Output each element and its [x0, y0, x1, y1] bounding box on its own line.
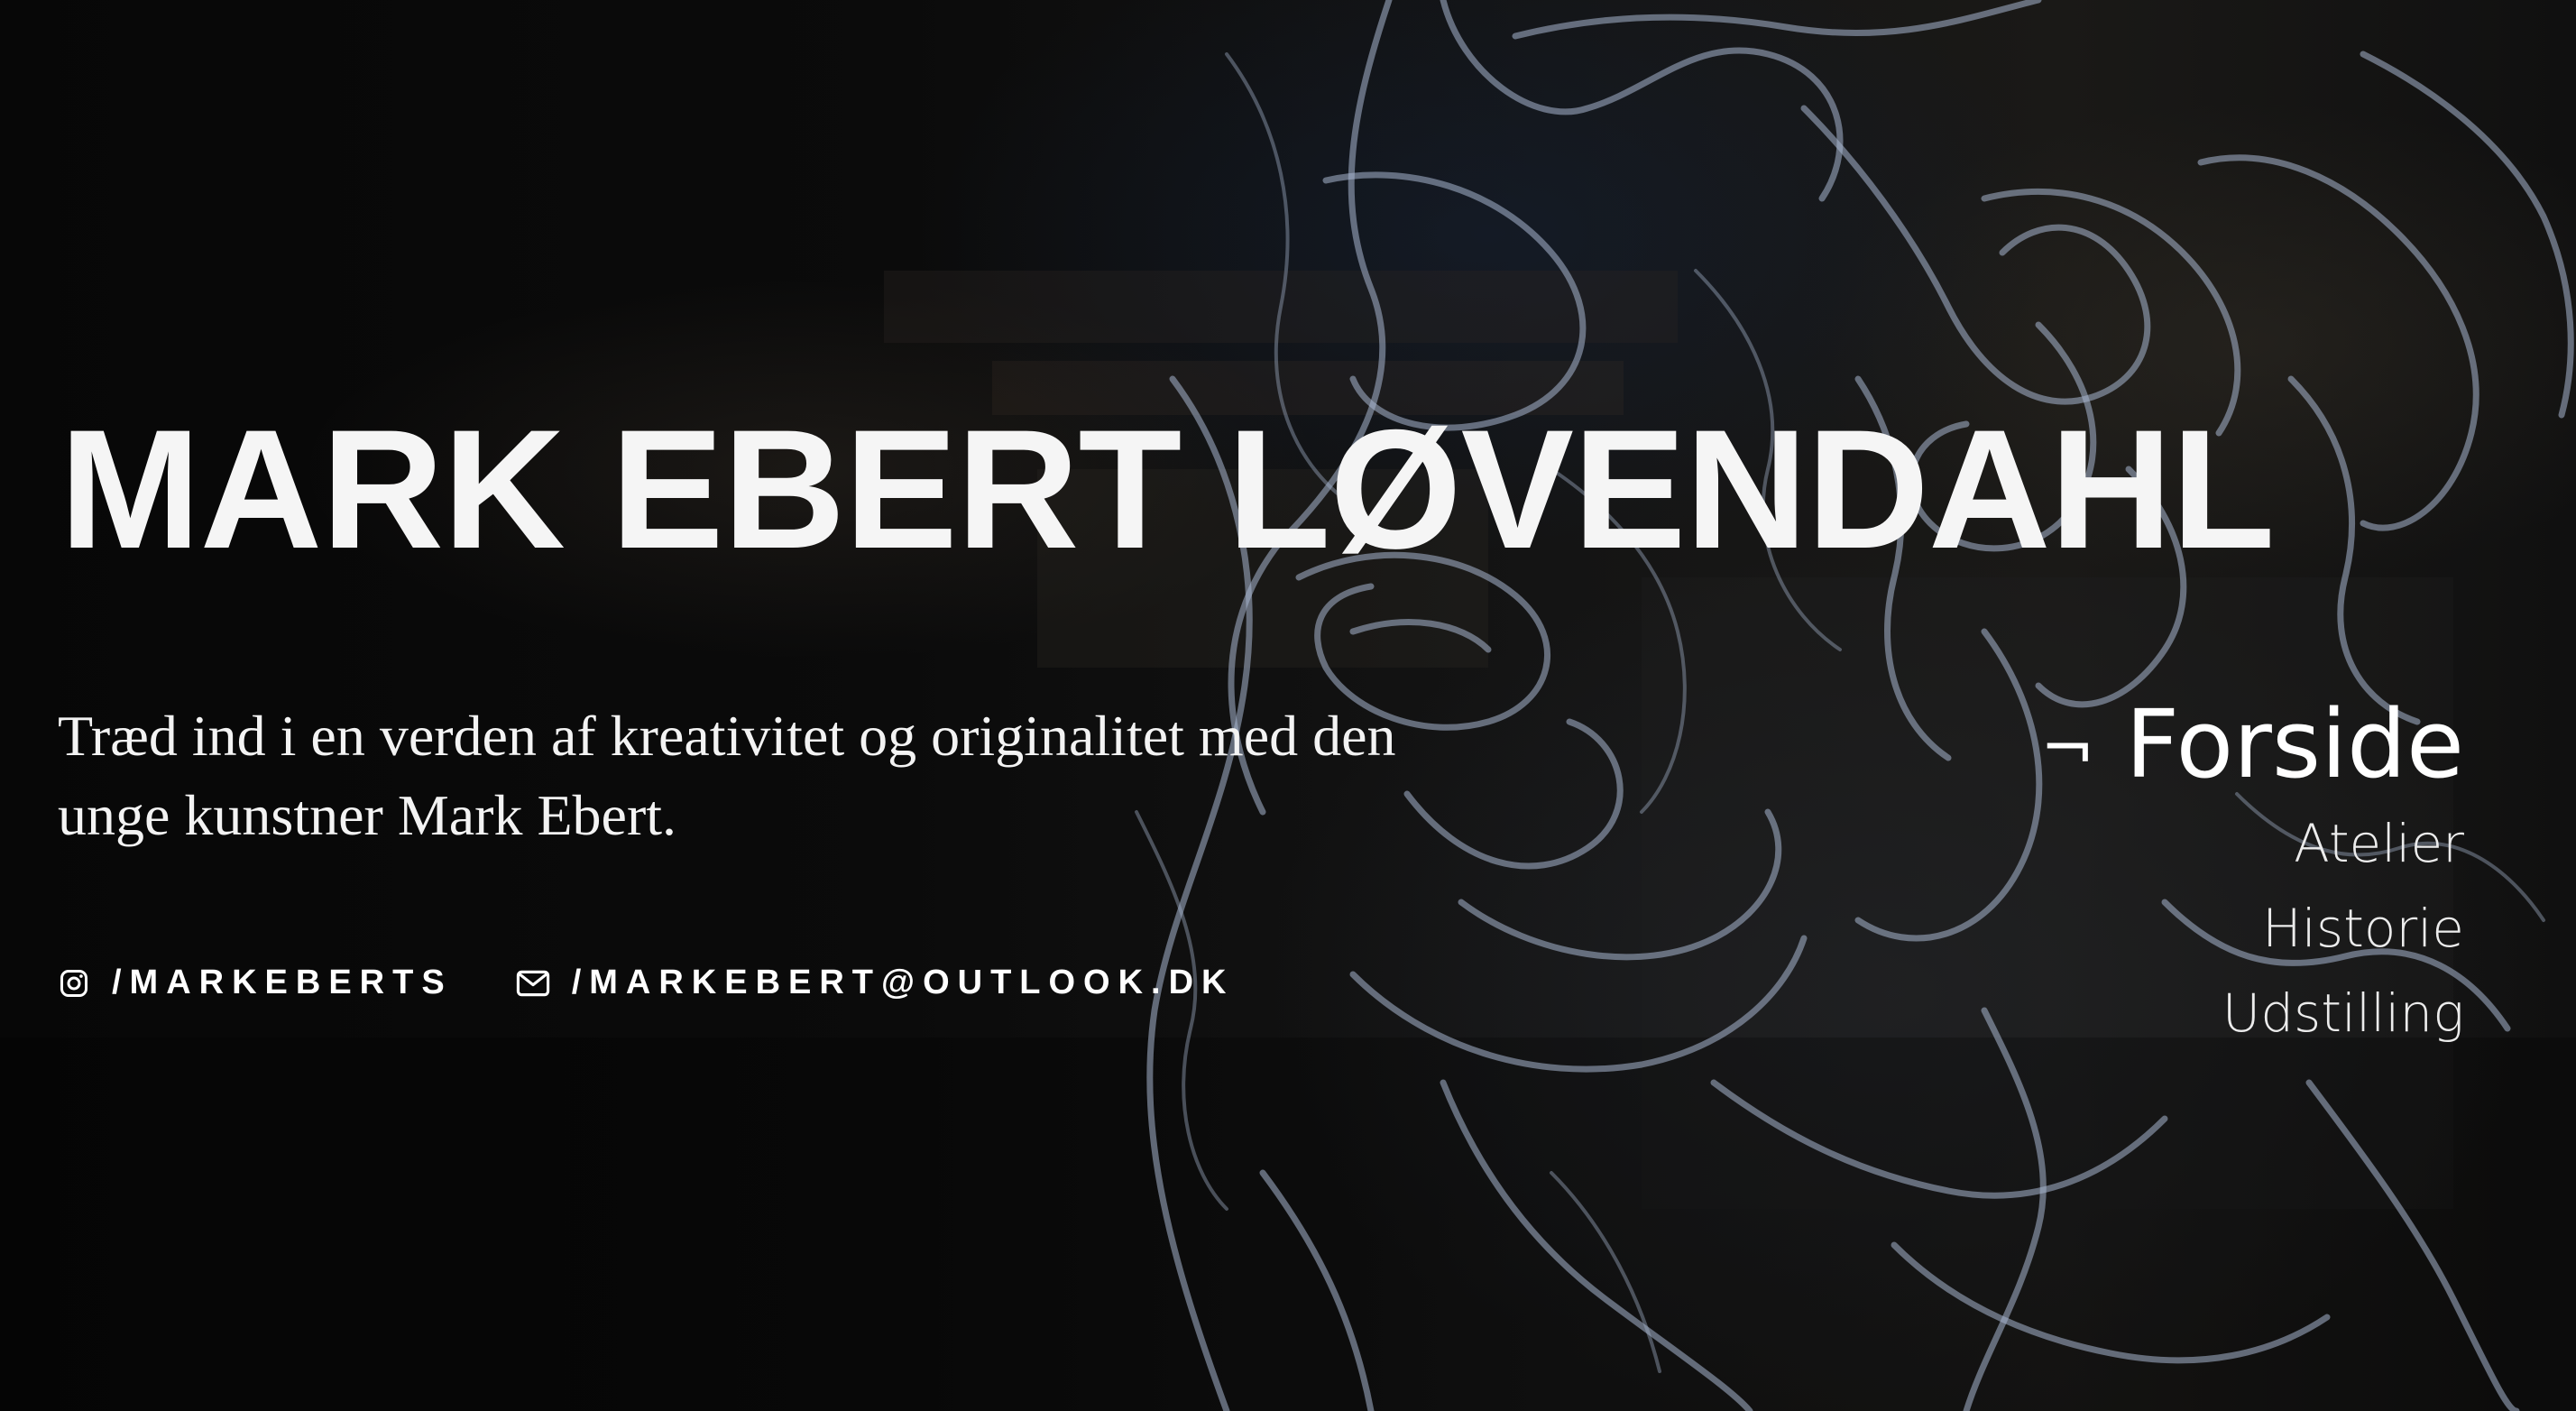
- instagram-handle: /MARKEBERTS: [112, 964, 453, 1001]
- instagram-link[interactable]: /MARKEBERTS: [58, 964, 453, 1002]
- hero-section: MARK EBERT LØVENDAHL Træd ind i en verde…: [0, 0, 2576, 1411]
- email-link[interactable]: /MARKEBERT@OUTLOOK.DK: [516, 964, 1235, 1002]
- social-links: /MARKEBERTS /MARKEBERT@OUTLOOK.DK: [58, 964, 1235, 1002]
- mail-icon: [516, 970, 549, 996]
- hero-tagline: Træd ind i en verden af kreativitet og o…: [58, 704, 1396, 847]
- main-navigation: ¬ Forside Atelier Historie Udstilling: [2040, 687, 2464, 1056]
- page-title: MARK EBERT LØVENDAHL: [60, 394, 2275, 584]
- nav-item-forside[interactable]: ¬ Forside: [2040, 687, 2464, 801]
- email-address: /MARKEBERT@OUTLOOK.DK: [571, 964, 1235, 1001]
- nav-item-udstilling[interactable]: Udstilling: [2222, 971, 2464, 1056]
- active-nav-marker: ¬: [2040, 710, 2095, 786]
- nav-item-historie[interactable]: Historie: [2262, 886, 2464, 971]
- instagram-icon: [60, 969, 87, 997]
- nav-item-label: Forside: [2125, 689, 2464, 799]
- nav-item-atelier[interactable]: Atelier: [2294, 801, 2464, 886]
